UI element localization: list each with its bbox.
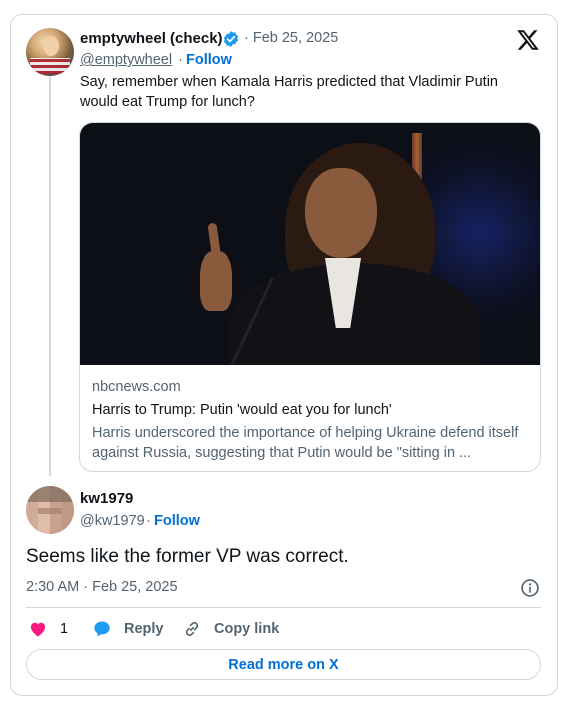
link-domain: nbcnews.com bbox=[92, 379, 181, 395]
reply-text: Seems like the former VP was correct. bbox=[26, 546, 349, 567]
link-icon bbox=[185, 621, 199, 637]
avatar-hair-block bbox=[26, 486, 74, 502]
info-icon[interactable] bbox=[520, 578, 540, 598]
heart-icon bbox=[30, 622, 46, 637]
follow-button[interactable]: Follow bbox=[186, 52, 232, 68]
avatar-flag bbox=[30, 58, 70, 74]
link-preview-card[interactable]: nbcnews.com Harris to Trump: Putin 'woul… bbox=[79, 122, 541, 472]
kw1979-avatar[interactable] bbox=[26, 486, 74, 534]
handle-separator: · bbox=[178, 52, 183, 68]
post-date[interactable]: · Feb 25, 2025 bbox=[244, 30, 338, 46]
like-count: 1 bbox=[60, 621, 69, 637]
like-button[interactable]: 1 bbox=[28, 619, 68, 639]
link-preview-image bbox=[80, 123, 540, 365]
read-more-button[interactable]: Read more on X bbox=[26, 649, 541, 680]
verified-badge-icon bbox=[223, 31, 239, 47]
copy-link-label: Copy link bbox=[214, 621, 280, 637]
reply-timestamp[interactable]: 2:30 AM · Feb 25, 2025 bbox=[26, 579, 178, 595]
image-face bbox=[305, 168, 377, 258]
image-hand bbox=[200, 251, 232, 311]
reply-handle-separator: · bbox=[146, 513, 151, 529]
reply-follow-button[interactable]: Follow bbox=[154, 513, 200, 529]
avatar-face bbox=[43, 36, 59, 56]
link-title: Harris to Trump: Putin 'would eat you fo… bbox=[92, 402, 392, 418]
avatar-mouth-block bbox=[38, 508, 62, 514]
reply-button[interactable]: Reply bbox=[92, 619, 164, 639]
reply-author-name[interactable]: kw1979 bbox=[80, 490, 133, 507]
author-name[interactable]: emptywheel (check) bbox=[80, 30, 223, 47]
emptywheel-avatar[interactable] bbox=[26, 28, 74, 76]
reply-bubble-icon bbox=[94, 621, 110, 637]
tweet-text: Say, remember when Kamala Harris predict… bbox=[80, 74, 498, 110]
thread-connector-line bbox=[49, 76, 51, 476]
author-handle[interactable]: @emptywheel bbox=[80, 52, 172, 68]
reply-label: Reply bbox=[124, 621, 164, 637]
x-logo-icon[interactable] bbox=[516, 28, 540, 52]
actions-divider bbox=[26, 607, 541, 608]
reply-author-handle[interactable]: @kw1979 bbox=[80, 513, 145, 529]
copy-link-button[interactable]: Copy link bbox=[182, 619, 279, 639]
link-description: Harris underscored the importance of hel… bbox=[92, 425, 519, 461]
